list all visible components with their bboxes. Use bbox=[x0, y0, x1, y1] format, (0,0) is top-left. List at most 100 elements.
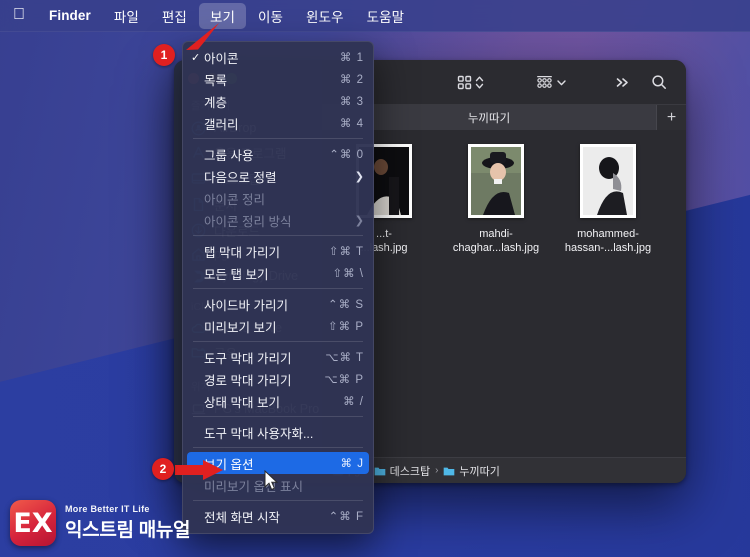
plus-icon: + bbox=[666, 108, 677, 126]
search-icon bbox=[651, 74, 667, 90]
menu-item-0-2[interactable]: 계층 ⌘ 3 bbox=[183, 90, 373, 112]
menu-item-1-2: 아이콘 정리 bbox=[183, 187, 373, 209]
menu-separator bbox=[193, 288, 363, 289]
menu-item-shortcut: ⌘ 3 bbox=[339, 96, 364, 108]
menu-item-label: 아이콘 정리 방식 bbox=[204, 214, 292, 229]
menu-item-3-0[interactable]: 사이드바 가리기 ⌃⌘ S bbox=[183, 293, 373, 315]
menu-item-label: 목록 bbox=[204, 73, 228, 88]
menu-item-label: 사이드바 가리기 bbox=[204, 298, 288, 313]
annotation-badge-2: 2 bbox=[152, 458, 174, 480]
icon-view-icon bbox=[457, 75, 472, 90]
submenu-chevron-icon: ❯ bbox=[354, 170, 364, 183]
menu-item-1-0[interactable]: 그룹 사용 ⌃⌘ 0 bbox=[183, 143, 373, 165]
menu-item-3-1[interactable]: 미리보기 보기 ⇧⌘ P bbox=[183, 315, 373, 337]
file-item[interactable]: mohammed- hassan-...lash.jpg bbox=[552, 144, 664, 256]
menu-bar:  Finder파일편집보기이동윈도우도움말 bbox=[0, 0, 750, 32]
more-toolbar-button[interactable] bbox=[608, 71, 638, 94]
finder-main-pane: 누끼따기 + ...t- ...lash.jpg mahdi- chaghar..… bbox=[322, 60, 686, 483]
menu-item-shortcut: ⌃⌘ F bbox=[328, 511, 364, 523]
menu-item-shortcut: ⇧⌘ T bbox=[328, 246, 364, 258]
menu-item-5-0[interactable]: 도구 막대 사용자화... bbox=[183, 421, 373, 443]
icon-view-button[interactable] bbox=[450, 71, 491, 94]
watermark-mark: EX bbox=[13, 507, 53, 539]
annotation-badge-1: 1 bbox=[153, 44, 175, 66]
menubar-item-1[interactable]: 파일 bbox=[103, 3, 150, 29]
menu-item-4-1[interactable]: 경로 막대 가리기 ⌥⌘ P bbox=[183, 368, 373, 390]
path-item-label: 누끼따기 bbox=[459, 465, 500, 478]
menu-item-7-0[interactable]: 전체 화면 시작 ⌃⌘ F bbox=[183, 505, 373, 527]
menu-item-shortcut: ⇧⌘ P bbox=[327, 321, 364, 333]
menu-item-2-1[interactable]: 모든 탭 보기 ⇧⌘ \ bbox=[183, 262, 373, 284]
menu-separator bbox=[193, 138, 363, 139]
menubar-item-6[interactable]: 도움말 bbox=[356, 3, 416, 29]
watermark-tagline: More Better IT Life bbox=[65, 504, 150, 514]
menu-item-label: 모든 탭 보기 bbox=[204, 267, 269, 282]
finder-toolbar bbox=[322, 60, 686, 104]
path-item-label: 데스크탑 bbox=[389, 465, 431, 478]
menu-item-label: 도구 막대 가리기 bbox=[204, 351, 292, 366]
file-name: mohammed- hassan-...lash.jpg bbox=[564, 228, 652, 254]
menu-item-label: 갤러리 bbox=[204, 117, 239, 132]
menu-item-label: 미리보기 보기 bbox=[204, 320, 277, 335]
finder-tab-bar: 누끼따기 + bbox=[322, 104, 686, 130]
path-item[interactable]: 누끼따기 bbox=[443, 463, 500, 479]
menu-separator bbox=[193, 500, 363, 501]
menubar-item-4[interactable]: 이동 bbox=[247, 3, 294, 29]
folder-icon bbox=[374, 465, 386, 477]
menu-item-1-3: 아이콘 정리 방식 ❯ bbox=[183, 209, 373, 231]
menu-separator bbox=[193, 416, 363, 417]
checkmark-icon: ✓ bbox=[191, 51, 201, 64]
menu-item-label: 상태 막대 보기 bbox=[204, 395, 280, 410]
new-tab-button[interactable]: + bbox=[656, 105, 686, 130]
menu-item-shortcut: ⌥⌘ P bbox=[324, 374, 364, 386]
menu-item-4-2[interactable]: 상태 막대 보기 ⌘ / bbox=[183, 390, 373, 412]
menu-separator bbox=[193, 447, 363, 448]
submenu-chevron-icon: ❯ bbox=[354, 214, 364, 227]
finder-file-grid: ...t- ...lash.jpg mahdi- chaghar...lash.j… bbox=[322, 130, 686, 457]
file-thumbnail bbox=[468, 144, 524, 218]
path-separator: › bbox=[435, 465, 439, 476]
menu-item-shortcut: ⇧⌘ \ bbox=[332, 268, 364, 280]
watermark-logo-icon: EX bbox=[10, 500, 56, 546]
watermark-brand: 익스트림 매뉴얼 bbox=[65, 520, 191, 541]
chevron-down-icon bbox=[556, 75, 567, 90]
file-item[interactable]: mahdi- chaghar...lash.jpg bbox=[440, 144, 552, 256]
menu-item-shortcut: ⌘ 4 bbox=[339, 118, 364, 130]
menu-item-shortcut: ⌥⌘ T bbox=[325, 352, 364, 364]
menubar-item-0[interactable]: Finder bbox=[38, 5, 102, 26]
menu-item-label: 그룹 사용 bbox=[204, 148, 254, 163]
annotation-arrow-1 bbox=[186, 23, 219, 50]
menu-item-shortcut: ⌘ J bbox=[340, 458, 364, 470]
menu-item-label: 미리보기 옵션 표시 bbox=[204, 479, 303, 494]
menu-separator bbox=[193, 235, 363, 236]
folder-icon bbox=[443, 465, 455, 477]
path-item[interactable]: 데스크탑 bbox=[374, 463, 430, 479]
group-by-button[interactable] bbox=[529, 71, 574, 94]
annotation-badge-1-label: 1 bbox=[160, 48, 168, 62]
menu-item-shortcut: ⌘ 1 bbox=[339, 52, 364, 64]
menu-item-4-0[interactable]: 도구 막대 가리기 ⌥⌘ T bbox=[183, 346, 373, 368]
menu-item-label: 다음으로 정렬 bbox=[204, 170, 277, 185]
menu-item-label: 탭 막대 가리기 bbox=[204, 245, 280, 260]
menu-item-2-0[interactable]: 탭 막대 가리기 ⇧⌘ T bbox=[183, 240, 373, 262]
menu-item-label: 아이콘 정리 bbox=[204, 192, 265, 207]
menu-item-shortcut: ⌃⌘ S bbox=[327, 299, 364, 311]
menu-item-label: 도구 막대 사용자화... bbox=[204, 426, 314, 441]
search-button[interactable] bbox=[644, 70, 674, 94]
chevron-updown-icon bbox=[475, 75, 484, 90]
finder-tab-label: 누끼따기 bbox=[467, 112, 511, 125]
mouse-cursor bbox=[264, 470, 279, 491]
file-name: mahdi- chaghar...lash.jpg bbox=[452, 228, 540, 254]
menu-item-0-3[interactable]: 갤러리 ⌘ 4 bbox=[183, 112, 373, 134]
menu-item-0-1[interactable]: 목록 ⌘ 2 bbox=[183, 68, 373, 90]
menu-item-label: 계층 bbox=[204, 95, 228, 110]
finder-path-bar: pg›데스크탑›누끼따기 bbox=[322, 457, 686, 483]
more-chevrons-icon bbox=[615, 75, 631, 90]
menubar-item-5[interactable]: 윈도우 bbox=[295, 3, 355, 29]
menu-item-1-1[interactable]: 다음으로 정렬 ❯ bbox=[183, 165, 373, 187]
apple-icon[interactable]:  bbox=[0, 6, 38, 25]
watermark: EX More Better IT Life 익스트림 매뉴얼 bbox=[10, 500, 191, 546]
group-by-icon bbox=[536, 75, 553, 90]
menu-item-shortcut: ⌃⌘ 0 bbox=[329, 149, 364, 161]
menu-separator bbox=[193, 341, 363, 342]
